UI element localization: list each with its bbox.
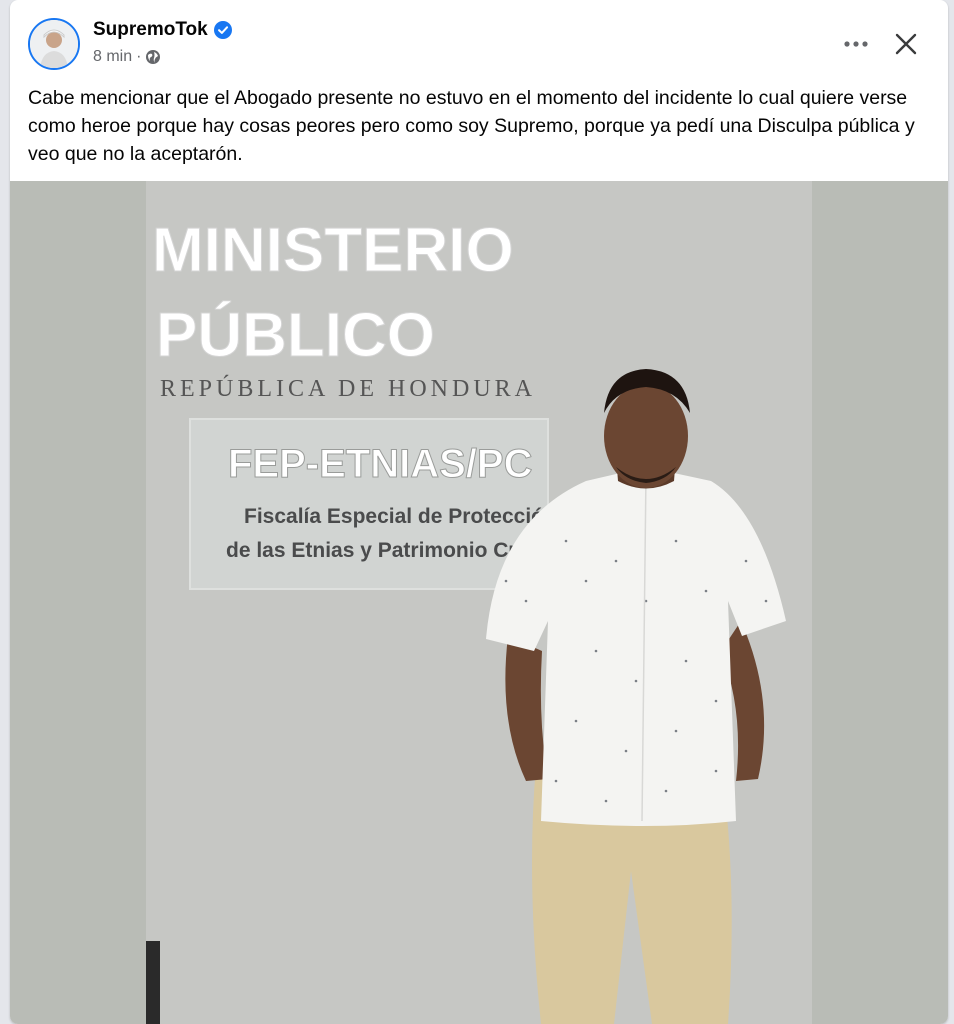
sign-republica: REPÚBLICA DE HONDURA xyxy=(160,375,536,402)
author-name[interactable]: SupremoTok xyxy=(93,19,208,41)
post-card: SupremoTok 8 min · Cabe mencionar que el… xyxy=(10,0,948,1024)
post-photo[interactable]: MINISTERIO PÚBLICO REPÚBLICA DE HONDURA … xyxy=(10,181,948,1024)
post-text: Cabe mencionar que el Abogado presente n… xyxy=(28,87,915,165)
sign-publico: PÚBLICO xyxy=(156,301,435,370)
post-meta: 8 min · xyxy=(93,48,161,66)
photo-image: MINISTERIO PÚBLICO REPÚBLICA DE HONDURA … xyxy=(146,181,812,1024)
verified-badge-icon xyxy=(213,21,232,39)
plaque-line1: Fiscalía Especial de Protección xyxy=(244,505,557,528)
close-icon xyxy=(895,33,917,55)
globe-icon[interactable] xyxy=(145,49,161,65)
more-horizontal-icon xyxy=(844,41,868,47)
post-header: SupremoTok 8 min · xyxy=(10,0,948,80)
author-avatar[interactable] xyxy=(28,18,80,70)
close-button[interactable] xyxy=(888,26,924,62)
avatar-image xyxy=(30,20,78,68)
plaque-line2: de las Etnias y Patrimonio Cultu xyxy=(226,539,547,562)
plaque-title: FEP-ETNIAS/PC xyxy=(228,442,532,486)
sign-ministerio: MINISTERIO xyxy=(152,216,514,285)
author-row: SupremoTok xyxy=(93,19,232,41)
photo-edge-shadow xyxy=(146,941,160,1024)
more-options-button[interactable] xyxy=(838,26,874,62)
meta-separator: · xyxy=(136,48,142,65)
post-timestamp[interactable]: 8 min xyxy=(93,48,132,66)
